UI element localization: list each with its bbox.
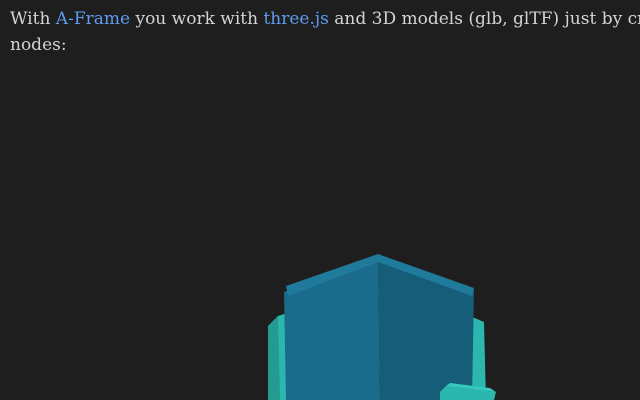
3d-scene-canvas[interactable] — [0, 0, 640, 400]
teal-panel-left-edge — [268, 316, 280, 400]
page: With A-Frame you work with three.js and … — [0, 0, 640, 400]
